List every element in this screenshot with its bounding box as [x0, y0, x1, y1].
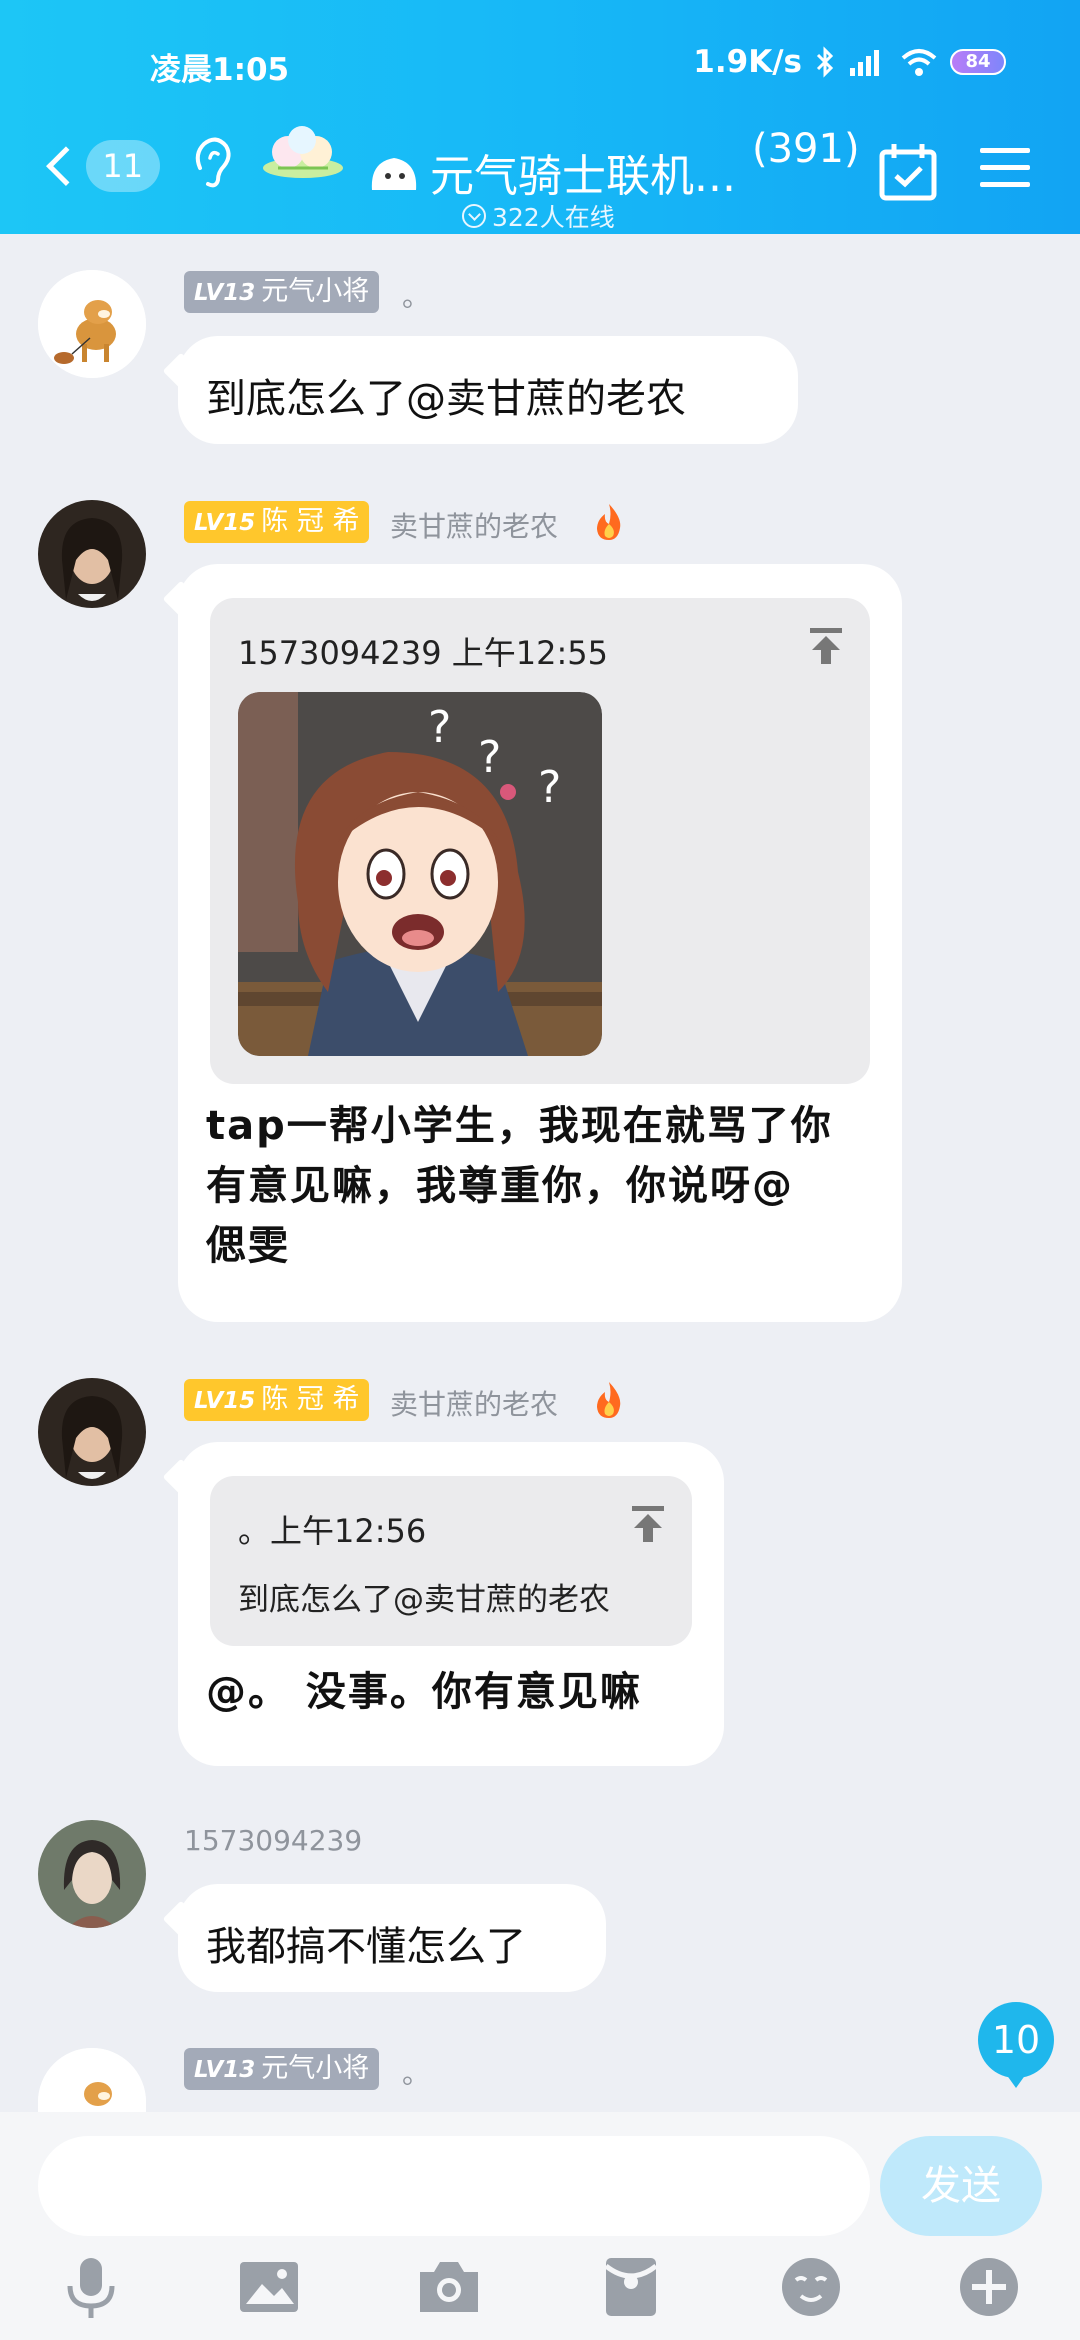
ear-icon[interactable] [188, 132, 238, 192]
sender-name[interactable]: 卖甘蔗的老农 [390, 505, 558, 545]
battery-indicator: 84 [950, 49, 1006, 75]
message-text: 我都搞不懂怎么了 [206, 1924, 526, 1970]
calendar-check-icon[interactable] [878, 142, 938, 202]
group-avatar-icon [371, 158, 417, 190]
message-text: tap一帮小学生，我现在就骂了你 有意见嘛，我尊重你，你说呀@ 偲雯 [206, 1096, 833, 1276]
message-text-line: 有意见嘛，我尊重你，你说呀@ [206, 1163, 794, 1209]
avatar[interactable] [38, 500, 146, 608]
menu-icon[interactable] [980, 144, 1030, 192]
group-title[interactable]: 元气骑士联机... [430, 140, 736, 204]
sender-name[interactable]: 1573094239 [184, 1824, 362, 1857]
online-status: 322人在线 [462, 198, 615, 234]
jump-to-message-icon[interactable] [630, 1504, 666, 1544]
member-title-tag: LV13 元气小将 [184, 271, 380, 313]
chevron-left-icon [46, 146, 86, 186]
sender-name[interactable]: 卖甘蔗的老农 [390, 1383, 558, 1423]
avatar[interactable] [38, 2048, 146, 2112]
input-bar: 发送 [0, 2112, 1080, 2340]
quoted-message[interactable]: 。上午12:56 到底怎么了@卖甘蔗的老农 [210, 1476, 692, 1646]
svg-text:?: ? [428, 702, 451, 753]
message-bubble[interactable]: 到底怎么了@卖甘蔗的老农 [162, 336, 798, 444]
quoted-message[interactable]: 1573094239 上午12:55 ? ? ? [210, 598, 870, 1084]
image-icon[interactable] [234, 2252, 304, 2322]
message-text-line: 偲雯 [206, 1223, 290, 1269]
chat-screen: 凌晨1:05 1.9K/s 84 11 元气骑士联机... (391) 322人… [0, 0, 1080, 2340]
new-message-badge[interactable]: 10 [978, 2002, 1054, 2088]
network-speed: 1.9K/s [693, 44, 802, 80]
avatar[interactable] [38, 270, 146, 378]
status-time: 凌晨1:05 [150, 52, 290, 88]
svg-text:?: ? [538, 762, 561, 813]
camera-icon[interactable] [414, 2252, 484, 2322]
level-label: LV15 [194, 510, 256, 536]
member-count: (391) [752, 126, 860, 172]
sender-name[interactable]: 。 [402, 2052, 430, 2092]
title-label: 元气小将 [261, 2053, 370, 2084]
plus-icon[interactable] [954, 2252, 1024, 2322]
anime-avatar-image [38, 1820, 146, 1928]
quoted-sticker-image[interactable]: ? ? ? [238, 692, 602, 1056]
message-text-line: tap一帮小学生，我现在就骂了你 [206, 1103, 833, 1149]
fire-icon [597, 1382, 621, 1418]
message-bubble[interactable]: 1573094239 上午12:55 ? ? ? tap一帮小学生，我现在就骂了… [162, 564, 902, 1322]
chat-header: 凌晨1:05 1.9K/s 84 11 元气骑士联机... (391) 322人… [0, 0, 1080, 234]
send-button[interactable]: 发送 [880, 2136, 1042, 2236]
svg-text:?: ? [478, 732, 501, 783]
girl-avatar-image [38, 1378, 146, 1486]
status-right: 1.9K/s 84 [693, 44, 1006, 80]
message-text: 到底怎么了@卖甘蔗的老农 [206, 376, 686, 422]
jump-to-message-icon[interactable] [808, 626, 844, 666]
status-bar: 凌晨1:05 1.9K/s 84 [0, 40, 1080, 90]
member-title-tag: LV15 陈 冠 希 [184, 1379, 370, 1421]
emoji-icon[interactable] [776, 2252, 846, 2322]
title-label: 陈 冠 希 [261, 506, 360, 537]
back-unread-count: 11 [85, 140, 160, 192]
dog-avatar-image [38, 270, 146, 378]
red-packet-icon[interactable] [596, 2252, 666, 2322]
nav-bar: 11 元气骑士联机... (391) 322人在线 [0, 120, 1080, 232]
member-title-tag: LV13 元气小将 [184, 2048, 380, 2090]
level-label: LV13 [194, 280, 256, 306]
sender-name[interactable]: 。 [402, 275, 430, 315]
online-check-icon [462, 204, 486, 228]
online-count: 322人在线 [492, 203, 615, 232]
level-label: LV15 [194, 1388, 256, 1414]
level-label: LV13 [194, 2057, 256, 2083]
message-bubble[interactable]: 我都搞不懂怎么了 [162, 1884, 606, 1992]
girl-avatar-image [38, 500, 146, 608]
message-input[interactable] [38, 2136, 870, 2236]
wifi-icon [901, 49, 937, 76]
dog-avatar-image [38, 2048, 146, 2112]
quote-header: 。上午12:56 [238, 1512, 427, 1550]
message-bubble[interactable]: 。上午12:56 到底怎么了@卖甘蔗的老农 @。 没事。你有意见嘛 [162, 1442, 724, 1766]
message-text: @。 没事。你有意见嘛 [206, 1669, 642, 1715]
quote-header: 1573094239 上午12:55 [238, 634, 608, 672]
avatar[interactable] [38, 1820, 146, 1928]
group-badge-icon [263, 126, 343, 178]
title-label: 陈 冠 希 [261, 1384, 360, 1415]
back-button[interactable]: 11 [40, 136, 160, 196]
title-label: 元气小将 [261, 276, 370, 307]
bluetooth-icon [816, 46, 834, 78]
avatar[interactable] [38, 1378, 146, 1486]
microphone-icon[interactable] [56, 2252, 126, 2322]
signal-icon [850, 50, 879, 76]
fire-icon [597, 504, 621, 540]
quote-text: 到底怎么了@卖甘蔗的老农 [238, 1582, 610, 1618]
member-title-tag: LV15 陈 冠 希 [184, 501, 370, 543]
